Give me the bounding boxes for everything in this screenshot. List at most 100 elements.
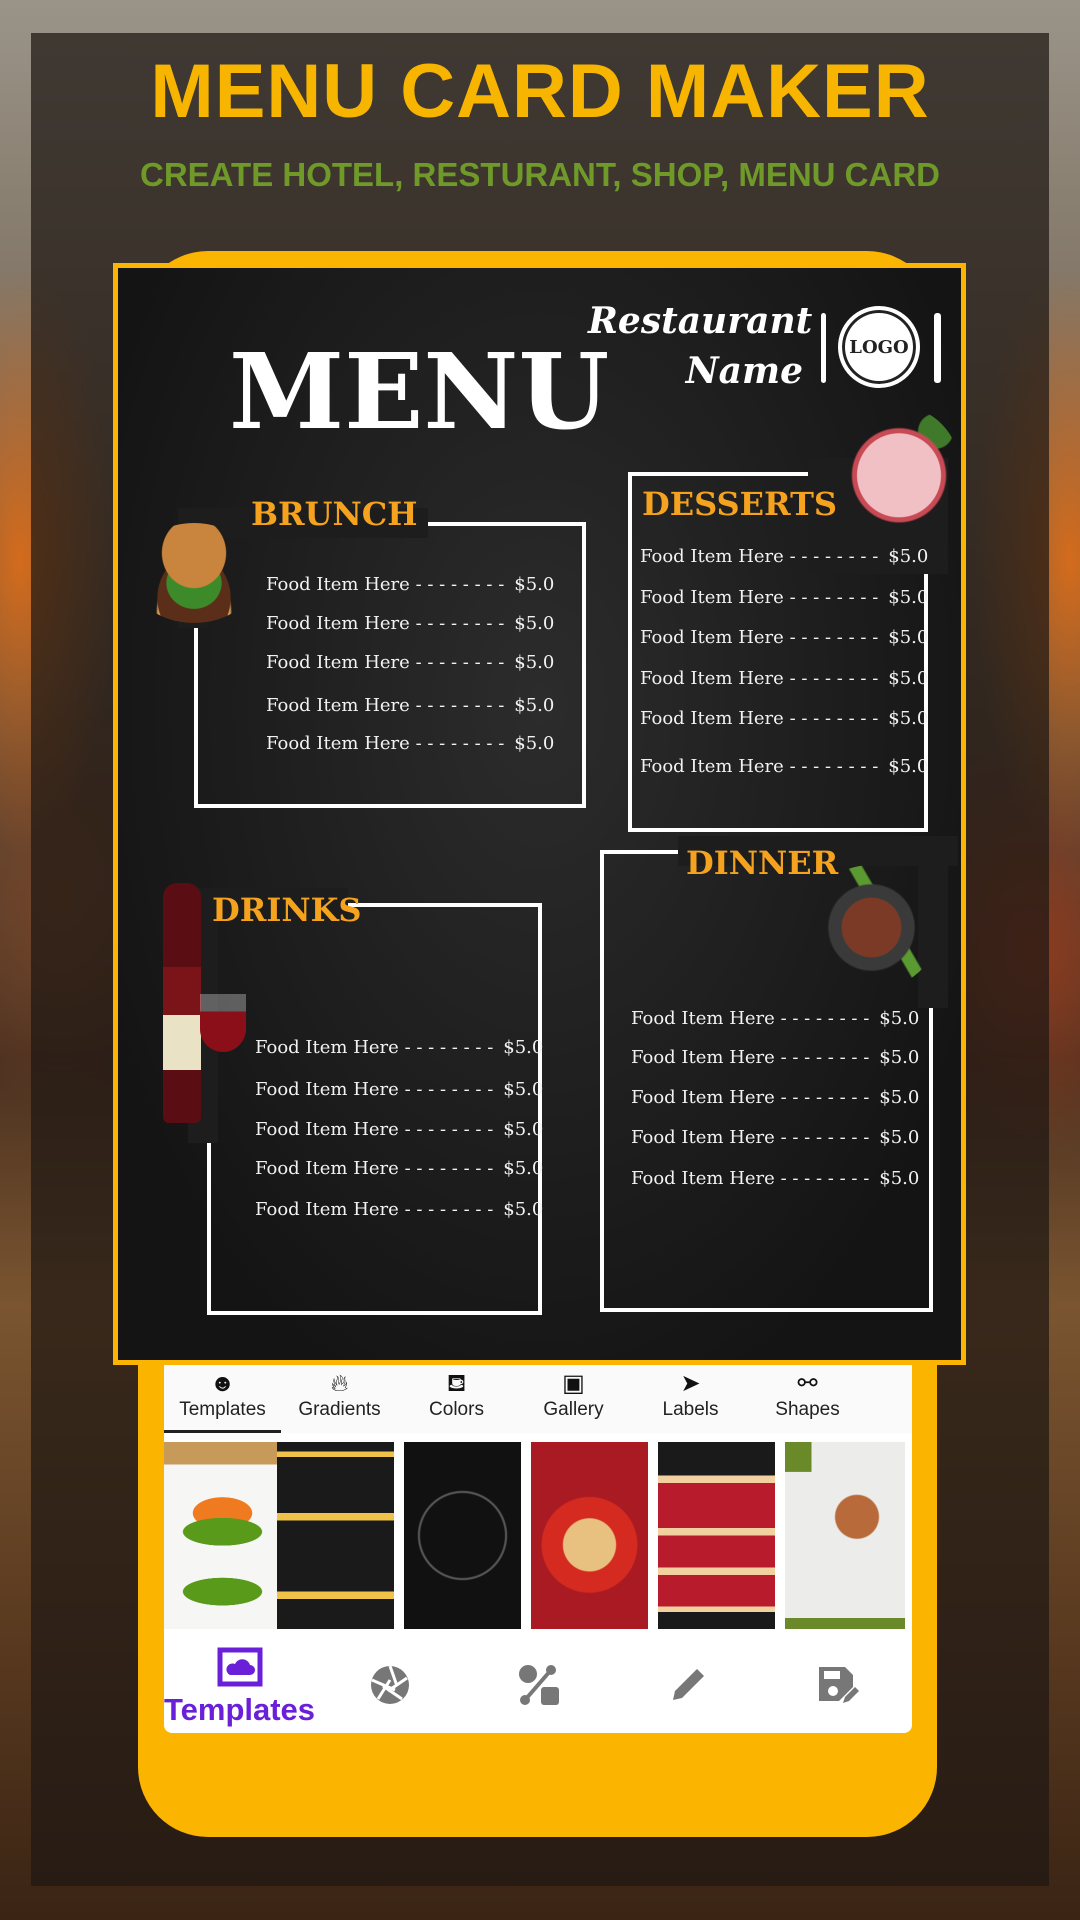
item-price: $5.0: [879, 1008, 920, 1029]
menu-item: Food Item Here - - - - - - - - $5.0: [266, 612, 554, 636]
wine-glass-image: [200, 994, 246, 1052]
nav-templates[interactable]: Templates: [164, 1641, 315, 1733]
tab-shapes[interactable]: ⚯ Shapes: [749, 1365, 866, 1433]
item-price: $5.0: [879, 1127, 920, 1148]
item-dashes: - - - - - - - -: [415, 695, 505, 716]
tool-tabs: ☻ Templates 🔥︎ Gradients ⛾ Colors ▣ Gallery ➤ Lab…: [164, 1365, 912, 1433]
nav-save-edit[interactable]: [763, 1641, 912, 1733]
photo-library-icon: ▣: [562, 1370, 585, 1397]
menu-item: Food Item Here - - - - - - - - $5.0: [640, 667, 928, 691]
nav-label: Templates: [164, 1691, 316, 1727]
item-dashes: - - - - - - - -: [404, 1199, 494, 1220]
item-price: $5.0: [888, 756, 929, 777]
logo-circle: LOGO: [838, 306, 920, 388]
menu-item: Food Item Here - - - - - - - - $5.0: [266, 573, 554, 597]
app-title: MENU CARD MAKER: [150, 49, 930, 134]
tab-label: Colors: [429, 1399, 484, 1420]
item-dashes: - - - - - - - -: [789, 708, 879, 729]
template-thumbnail[interactable]: [277, 1442, 394, 1629]
section-title: DINNER: [686, 844, 839, 882]
item-price: $5.0: [514, 652, 555, 673]
item-dashes: - - - - - - - -: [415, 613, 505, 634]
menu-item: Food Item Here - - - - - - - - $5.0: [255, 1036, 543, 1060]
menu-title: MENU: [229, 330, 610, 453]
item-dashes: - - - - - - - -: [780, 1127, 870, 1148]
nav-pencil[interactable]: [614, 1641, 763, 1733]
tab-templates[interactable]: ☻ Templates: [164, 1365, 281, 1433]
menu-item: Food Item Here - - - - - - - - $5.0: [255, 1078, 543, 1102]
item-name: Food Item Here: [255, 1199, 399, 1220]
item-name: Food Item Here: [640, 587, 784, 608]
tab-label: Gallery: [543, 1399, 604, 1420]
item-dashes: - - - - - - - -: [404, 1079, 494, 1100]
template-thumbnail[interactable]: [785, 1442, 905, 1629]
paint-bucket-icon: ⛾: [446, 1370, 467, 1397]
tab-labels[interactable]: ➤ Labels: [632, 1365, 749, 1433]
menu-item: Food Item Here - - - - - - - - $5.0: [266, 651, 554, 675]
menu-item: Food Item Here - - - - - - - - $5.0: [640, 586, 928, 610]
item-price: $5.0: [503, 1119, 544, 1140]
item-price: $5.0: [879, 1087, 920, 1108]
item-price: $5.0: [503, 1199, 544, 1220]
restaurant-line2: Name: [685, 350, 803, 392]
template-thumbnail[interactable]: [531, 1442, 648, 1629]
menu-item: Food Item Here - - - - - - - - $5.0: [631, 1126, 919, 1150]
app-subtitle: CREATE HOTEL, RESTURANT, SHOP, MENU CARD: [140, 156, 940, 193]
item-dashes: - - - - - - - -: [789, 627, 879, 648]
menu-item: Food Item Here - - - - - - - - $5.0: [640, 545, 928, 569]
template-thumbnail[interactable]: [164, 1442, 281, 1629]
steak-image: [804, 865, 939, 990]
item-name: Food Item Here: [631, 1168, 775, 1189]
item-name: Food Item Here: [255, 1158, 399, 1179]
item-price: $5.0: [888, 668, 929, 689]
restaurant-line1: Restaurant: [588, 300, 813, 342]
item-name: Food Item Here: [266, 733, 410, 754]
aperture-icon: [369, 1664, 411, 1711]
tab-label: Op: [866, 1399, 913, 1421]
tab-gallery[interactable]: ▣ Gallery: [515, 1365, 632, 1433]
item-price: $5.0: [503, 1037, 544, 1058]
item-dashes: - - - - - - - -: [404, 1037, 494, 1058]
item-name: Food Item Here: [640, 627, 784, 648]
tab-op[interactable]: ⚙Op: [866, 1365, 913, 1433]
tab-colors[interactable]: ⛾ Colors: [398, 1365, 515, 1433]
menu-item: Food Item Here - - - - - - - - $5.0: [640, 755, 928, 779]
item-dashes: - - - - - - - -: [780, 1047, 870, 1068]
burger-image: [130, 523, 258, 623]
item-price: $5.0: [503, 1158, 544, 1179]
nav-aperture[interactable]: [315, 1641, 464, 1733]
item-dashes: - - - - - - - -: [780, 1087, 870, 1108]
item-dashes: - - - - - - - -: [415, 574, 505, 595]
item-price: $5.0: [888, 546, 929, 567]
face-icon: ☻: [209, 1370, 236, 1397]
item-price: $5.0: [514, 695, 555, 716]
item-price: $5.0: [503, 1079, 544, 1100]
template-thumbnail[interactable]: [404, 1442, 521, 1629]
cloud-template-icon: [217, 1647, 263, 1692]
template-thumbnail[interactable]: [658, 1442, 775, 1629]
tab-label: Gradients: [298, 1399, 381, 1420]
nav-shapes[interactable]: [464, 1641, 613, 1733]
options-icon: ⚙: [866, 1369, 912, 1399]
item-price: $5.0: [888, 587, 929, 608]
shapes-icon: ⚯: [797, 1370, 818, 1397]
item-name: Food Item Here: [640, 708, 784, 729]
tab-gradients[interactable]: 🔥︎ Gradients: [281, 1365, 398, 1433]
menu-item: Food Item Here - - - - - - - - $5.0: [640, 626, 928, 650]
item-dashes: - - - - - - - -: [404, 1158, 494, 1179]
menu-item: Food Item Here - - - - - - - - $5.0: [255, 1118, 543, 1142]
menu-item: Food Item Here - - - - - - - - $5.0: [640, 707, 928, 731]
item-dashes: - - - - - - - -: [780, 1008, 870, 1029]
item-price: $5.0: [879, 1168, 920, 1189]
menu-item: Food Item Here - - - - - - - - $5.0: [631, 1167, 919, 1191]
menu-card-preview[interactable]: MENU Restaurant Name LOGO BRUNCH Food Ite…: [113, 263, 966, 1365]
drinks-frame: [207, 903, 542, 1315]
item-price: $5.0: [514, 613, 555, 634]
item-price: $5.0: [514, 733, 555, 754]
item-dashes: - - - - - - - -: [789, 756, 879, 777]
item-price: $5.0: [879, 1047, 920, 1068]
item-name: Food Item Here: [255, 1037, 399, 1058]
item-name: Food Item Here: [266, 695, 410, 716]
item-price: $5.0: [888, 627, 929, 648]
item-name: Food Item Here: [640, 668, 784, 689]
